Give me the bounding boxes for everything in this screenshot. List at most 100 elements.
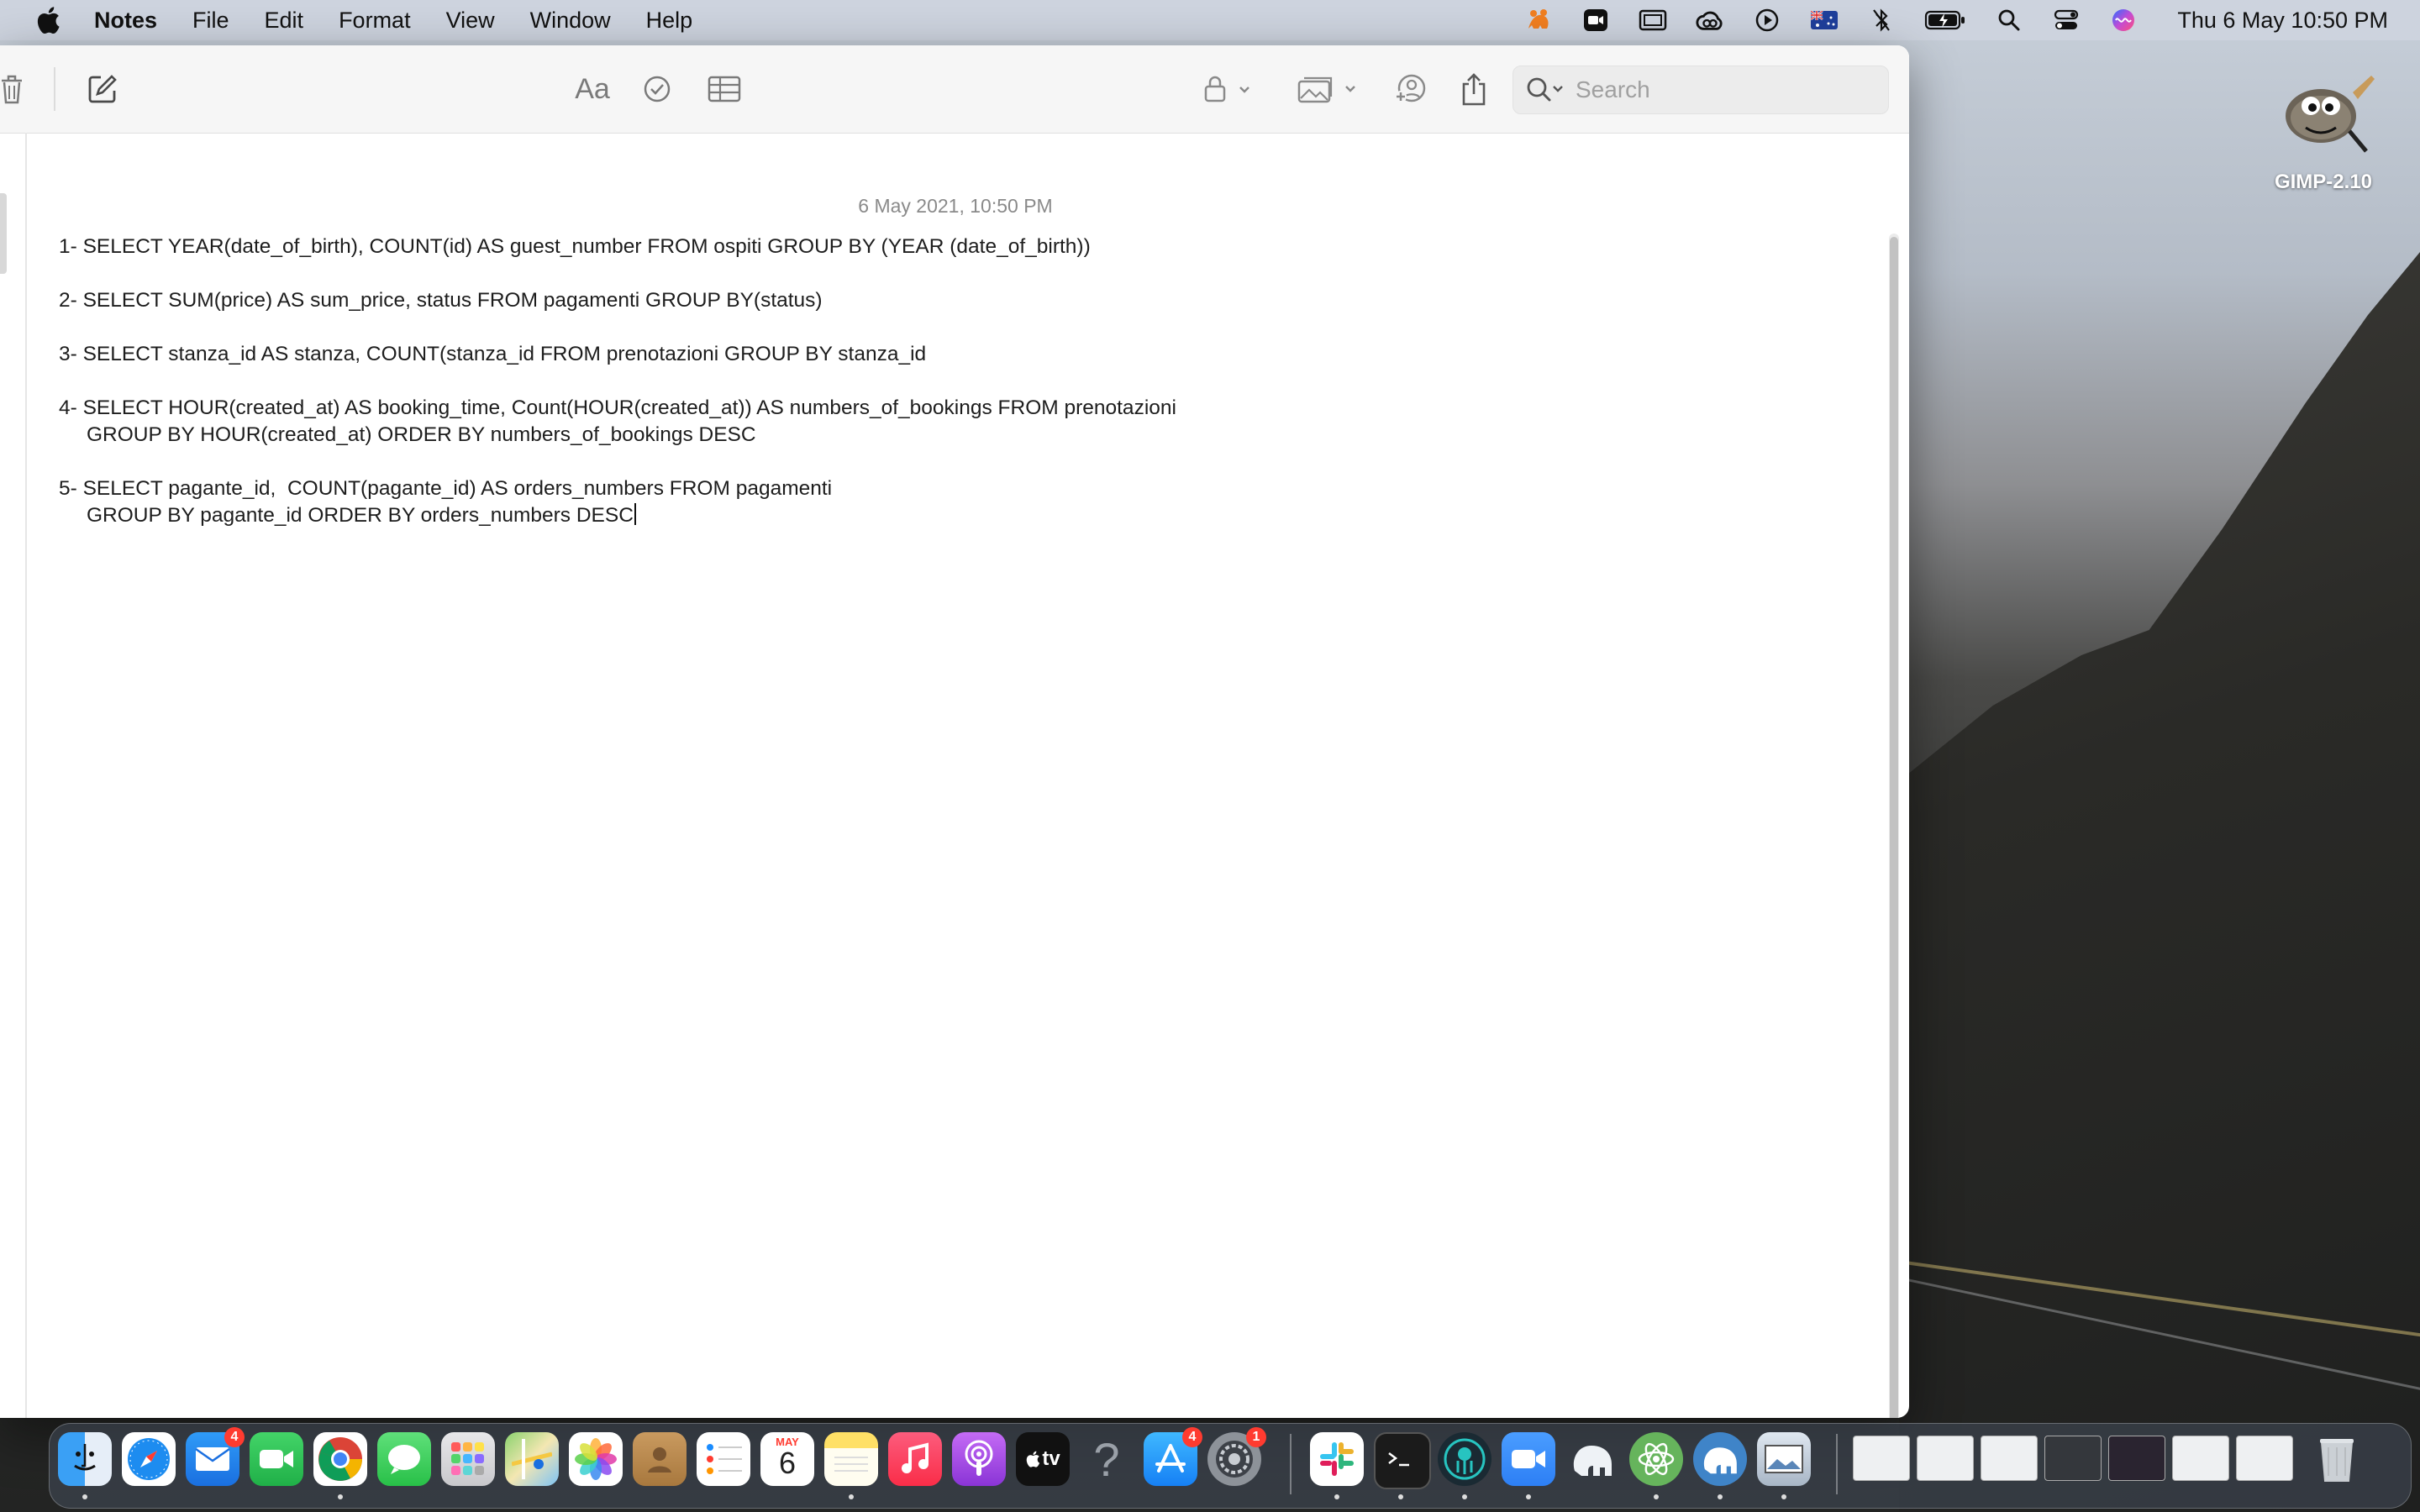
control-center-icon[interactable] xyxy=(2052,8,2081,33)
menu-edit[interactable]: Edit xyxy=(265,8,304,34)
calendar-day: 6 xyxy=(778,1445,797,1480)
menu-bar-clock[interactable]: Thu 6 May 10:50 PM xyxy=(2177,8,2388,34)
app-store-icon[interactable]: 4 xyxy=(1144,1427,1202,1486)
sequel-pro-icon[interactable] xyxy=(1693,1432,1747,1486)
lock-icon xyxy=(1204,76,1249,102)
bluetooth-off-icon[interactable] xyxy=(1867,8,1896,33)
facetime-icon[interactable] xyxy=(250,1432,303,1486)
media-button[interactable] xyxy=(1297,67,1365,111)
siri-icon[interactable] xyxy=(2109,8,2138,33)
format-aa-icon: Aa xyxy=(575,72,610,105)
running-indicator xyxy=(1781,1494,1786,1499)
play-circle-icon[interactable] xyxy=(1753,8,1781,33)
desktop-icon-gimp[interactable]: GIMP-2.10 xyxy=(2260,67,2386,194)
launchpad-icon[interactable] xyxy=(441,1432,495,1486)
video-camera-icon[interactable] xyxy=(1581,8,1610,33)
menu-help[interactable]: Help xyxy=(646,8,693,34)
terminal-icon[interactable] xyxy=(1374,1432,1431,1489)
help-icon[interactable]: ? xyxy=(1080,1432,1134,1486)
help-question-mark: ? xyxy=(1093,1432,1120,1486)
spotlight-search-icon[interactable] xyxy=(1995,8,2023,33)
note-line[interactable]: 2- SELECT SUM(price) AS sum_price, statu… xyxy=(59,287,1176,314)
running-indicator xyxy=(338,1494,343,1499)
maps-icon[interactable] xyxy=(505,1432,559,1486)
notes-app-icon[interactable] xyxy=(824,1432,878,1486)
trash-bin-icon[interactable] xyxy=(2310,1432,2364,1486)
mail-icon[interactable]: 4 xyxy=(186,1427,245,1486)
running-indicator xyxy=(1334,1494,1339,1499)
screen-recorder-icon[interactable] xyxy=(1639,8,1667,33)
query-2: 2- SELECT SUM(price) AS sum_price, statu… xyxy=(59,289,823,312)
minimized-window-thumbnail[interactable] xyxy=(1917,1436,1974,1481)
preview-icon[interactable] xyxy=(1757,1432,1811,1486)
zoom-icon[interactable] xyxy=(1502,1432,1555,1486)
menu-window[interactable]: Window xyxy=(530,8,611,34)
note-scrollbar[interactable] xyxy=(1889,234,1899,1418)
lock-note-button[interactable] xyxy=(1203,67,1259,111)
note-body[interactable]: 1- SELECT YEAR(date_of_birth), COUNT(id)… xyxy=(59,234,1176,556)
minimized-window-thumbnail[interactable] xyxy=(2172,1436,2229,1481)
menu-file[interactable]: File xyxy=(192,8,229,34)
running-indicator xyxy=(1462,1494,1467,1499)
bear-app-icon[interactable] xyxy=(1524,8,1553,33)
system-preferences-icon[interactable]: 1 xyxy=(1207,1427,1266,1486)
tableplus-elephant-icon[interactable] xyxy=(1565,1432,1619,1486)
podcasts-icon[interactable] xyxy=(952,1432,1006,1486)
share-button[interactable] xyxy=(1457,67,1491,111)
note-line[interactable]: 4- SELECT HOUR(created_at) AS booking_ti… xyxy=(59,395,1176,449)
reminders-icon[interactable] xyxy=(697,1432,750,1486)
menu-app-name[interactable]: Notes xyxy=(94,8,157,34)
new-note-button[interactable] xyxy=(84,67,121,111)
sidebar-resize-handle[interactable] xyxy=(0,193,7,274)
australia-flag-icon[interactable] xyxy=(1810,8,1839,33)
system-preferences-badge: 1 xyxy=(1246,1427,1266,1447)
format-button[interactable]: Aa xyxy=(571,67,613,111)
contacts-icon[interactable] xyxy=(633,1432,687,1486)
minimized-window-thumbnail[interactable] xyxy=(1853,1436,1910,1481)
battery-charging-icon[interactable] xyxy=(1924,8,1966,33)
creative-cloud-icon[interactable] xyxy=(1696,8,1724,33)
compose-icon xyxy=(88,75,117,103)
query-4: 4- SELECT HOUR(created_at) AS booking_ti… xyxy=(59,396,1176,419)
app-store-badge: 4 xyxy=(1182,1427,1202,1447)
apple-menu-icon[interactable] xyxy=(35,6,60,34)
menu-format[interactable]: Format xyxy=(339,8,411,34)
calendar-icon[interactable]: MAY 6 xyxy=(760,1432,814,1486)
checklist-button[interactable] xyxy=(640,67,674,111)
note-line[interactable]: 3- SELECT stanza_id AS stanza, COUNT(sta… xyxy=(59,341,1176,368)
minimized-window-thumbnail[interactable] xyxy=(1981,1436,2038,1481)
note-editor[interactable]: 6 May 2021, 10:50 PM 1- SELECT YEAR(date… xyxy=(27,133,1884,1418)
menu-bar-status-area: Thu 6 May 10:50 PM xyxy=(1510,0,2420,40)
scrollbar-thumb[interactable] xyxy=(1890,237,1898,1418)
chrome-icon[interactable] xyxy=(313,1432,367,1486)
notes-window: Aa 6 May 2021, 10:50 PM 1- SELECT Y xyxy=(0,45,1909,1418)
menu-view[interactable]: View xyxy=(446,8,495,34)
table-button[interactable] xyxy=(706,67,743,111)
minimized-window-thumbnail[interactable] xyxy=(2236,1436,2293,1481)
slack-icon[interactable] xyxy=(1310,1432,1364,1486)
apple-tv-icon[interactable]: tv xyxy=(1016,1432,1070,1486)
minimized-window-thumbnail[interactable] xyxy=(2044,1436,2102,1481)
note-line[interactable]: 1- SELECT YEAR(date_of_birth), COUNT(id)… xyxy=(59,234,1176,260)
delete-note-button[interactable] xyxy=(0,67,25,111)
search-input[interactable] xyxy=(1574,76,1863,104)
minimized-window-thumbnail[interactable] xyxy=(2108,1436,2165,1481)
note-line[interactable]: 5- SELECT pagante_id, COUNT(pagante_id) … xyxy=(59,475,1176,529)
safari-icon[interactable] xyxy=(122,1432,176,1486)
finder-icon[interactable] xyxy=(58,1432,112,1486)
query-5: 5- SELECT pagante_id, COUNT(pagante_id) … xyxy=(59,477,833,500)
query-3: 3- SELECT stanza_id AS stanza, COUNT(sta… xyxy=(59,343,927,365)
gitkraken-icon[interactable] xyxy=(1438,1432,1491,1486)
sidebar-collapsed-edge[interactable] xyxy=(0,133,27,1418)
add-people-button[interactable] xyxy=(1392,67,1428,111)
query-5-continuation-text: GROUP BY pagante_id ORDER BY orders_numb… xyxy=(87,504,634,527)
photos-icon[interactable] xyxy=(569,1432,623,1486)
messages-icon[interactable] xyxy=(377,1432,431,1486)
running-indicator xyxy=(1654,1494,1659,1499)
note-date: 6 May 2021, 10:50 PM xyxy=(858,195,1053,217)
music-icon[interactable] xyxy=(888,1432,942,1486)
dock-separator xyxy=(1836,1434,1838,1494)
atom-icon[interactable] xyxy=(1629,1432,1683,1486)
search-field[interactable] xyxy=(1512,66,1889,114)
search-icon xyxy=(1527,77,1563,102)
